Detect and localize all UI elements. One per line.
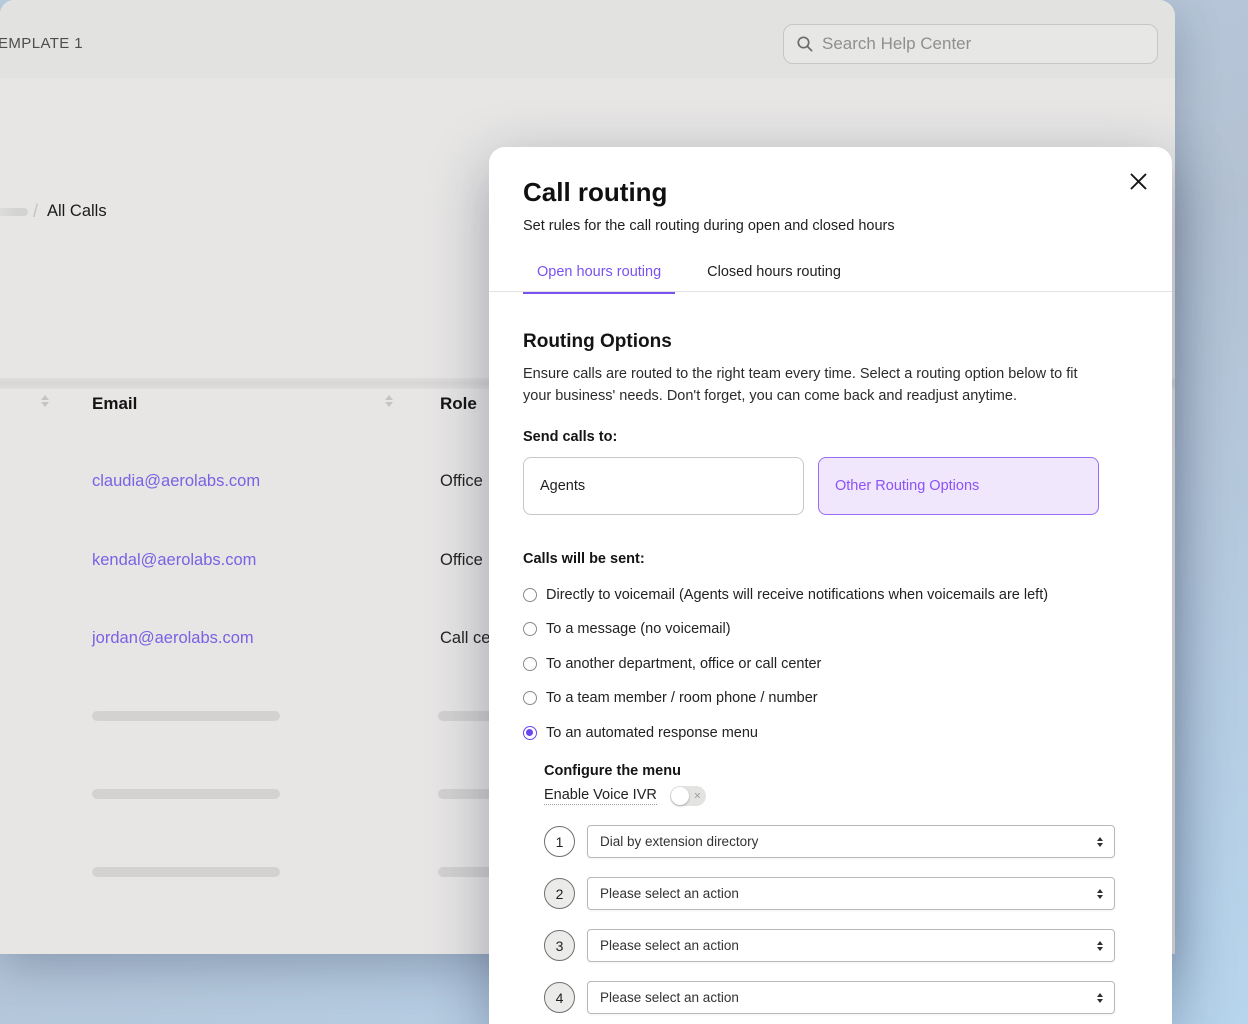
column-header-email[interactable]: Email — [92, 394, 137, 414]
skeleton-email-bar — [92, 711, 280, 721]
email-link[interactable]: jordan@aerolabs.com — [92, 629, 254, 648]
action-select-2[interactable]: Please select an action — [587, 877, 1115, 910]
chevron-up-down-icon — [1097, 889, 1103, 899]
radio-automated-response-menu[interactable]: To an automated response menu — [523, 722, 1048, 743]
breadcrumb-separator: / — [33, 201, 38, 222]
role-cell: Office — [440, 551, 483, 570]
role-cell: Office — [440, 472, 483, 491]
option-card-label: Other Routing Options — [835, 478, 979, 494]
configure-menu-heading: Configure the menu — [544, 763, 681, 779]
radio-directly-to-voicemail[interactable]: Directly to voicemail (Agents will recei… — [523, 584, 1048, 605]
action-select-value: Please select an action — [600, 990, 739, 1005]
radio-icon — [523, 657, 537, 671]
radio-icon — [523, 691, 537, 705]
menu-action-row-1: 1 Dial by extension directory — [544, 825, 1115, 858]
menu-action-row-3: 3 Please select an action — [544, 929, 1115, 962]
action-select-value: Dial by extension directory — [600, 834, 758, 849]
chevron-up-down-icon — [1097, 837, 1103, 847]
app-header: EMPLATE 1 — [0, 0, 1175, 78]
tab-open-hours-routing[interactable]: Open hours routing — [523, 261, 675, 294]
help-search[interactable] — [783, 24, 1158, 64]
action-select-value: Please select an action — [600, 938, 739, 953]
skeleton-email-bar — [92, 789, 280, 799]
email-link[interactable]: claudia@aerolabs.com — [92, 472, 260, 491]
radio-icon — [523, 588, 537, 602]
action-select-1[interactable]: Dial by extension directory — [587, 825, 1115, 858]
close-icon[interactable] — [1125, 168, 1151, 194]
send-calls-label: Send calls to: — [523, 429, 617, 445]
call-routing-modal: Call routing Set rules for the call rout… — [489, 147, 1172, 1024]
chevron-up-down-icon — [1097, 993, 1103, 1003]
toggle-off-mark: × — [694, 790, 701, 802]
tab-closed-hours-routing[interactable]: Closed hours routing — [693, 261, 855, 294]
step-number-badge: 3 — [544, 930, 575, 961]
routing-radio-group: Directly to voicemail (Agents will recei… — [523, 584, 1048, 743]
action-select-4[interactable]: Please select an action — [587, 981, 1115, 1014]
modal-subtitle: Set rules for the call routing during op… — [523, 218, 895, 234]
enable-voice-ivr-label: Enable Voice IVR — [544, 787, 657, 805]
column-header-role[interactable]: Role — [440, 394, 477, 414]
option-card-agents[interactable]: Agents — [523, 457, 804, 515]
chevron-up-down-icon — [1097, 941, 1103, 951]
step-number-badge: 4 — [544, 982, 575, 1013]
radio-another-department[interactable]: To another department, office or call ce… — [523, 653, 1048, 674]
breadcrumb-skeleton — [0, 208, 28, 216]
voice-ivr-toggle[interactable]: × — [670, 786, 706, 806]
radio-icon — [523, 622, 537, 636]
search-icon — [796, 35, 814, 53]
template-label: EMPLATE 1 — [0, 35, 83, 52]
sort-icon[interactable] — [41, 395, 49, 407]
modal-tabs: Open hours routing Closed hours routing — [523, 261, 855, 294]
menu-action-row-2: 2 Please select an action — [544, 877, 1115, 910]
radio-icon-checked — [523, 726, 537, 740]
breadcrumb[interactable]: All Calls — [47, 202, 107, 221]
option-card-other-routing-options[interactable]: Other Routing Options — [818, 457, 1099, 515]
menu-action-row-4: 4 Please select an action — [544, 981, 1115, 1014]
tabs-divider — [489, 291, 1172, 292]
toggle-knob — [671, 787, 689, 805]
modal-title: Call routing — [523, 177, 667, 208]
routing-options-heading: Routing Options — [523, 331, 672, 353]
sort-icon[interactable] — [385, 395, 393, 407]
radio-team-member[interactable]: To a team member / room phone / number — [523, 688, 1048, 709]
calls-will-be-sent-label: Calls will be sent: — [523, 551, 645, 567]
email-link[interactable]: kendal@aerolabs.com — [92, 551, 256, 570]
action-select-3[interactable]: Please select an action — [587, 929, 1115, 962]
step-number-badge: 1 — [544, 826, 575, 857]
routing-options-description: Ensure calls are routed to the right tea… — [523, 363, 1101, 407]
desktop-background: EMPLATE 1 / All Calls Email Role claudia… — [0, 0, 1248, 1024]
radio-to-a-message[interactable]: To a message (no voicemail) — [523, 619, 1048, 640]
enable-voice-ivr-row: Enable Voice IVR × — [544, 786, 706, 806]
option-card-label: Agents — [540, 478, 585, 494]
role-cell: Call ce — [440, 629, 490, 648]
skeleton-email-bar — [92, 867, 280, 877]
action-select-value: Please select an action — [600, 886, 739, 901]
step-number-badge: 2 — [544, 878, 575, 909]
search-input[interactable] — [822, 34, 1145, 54]
